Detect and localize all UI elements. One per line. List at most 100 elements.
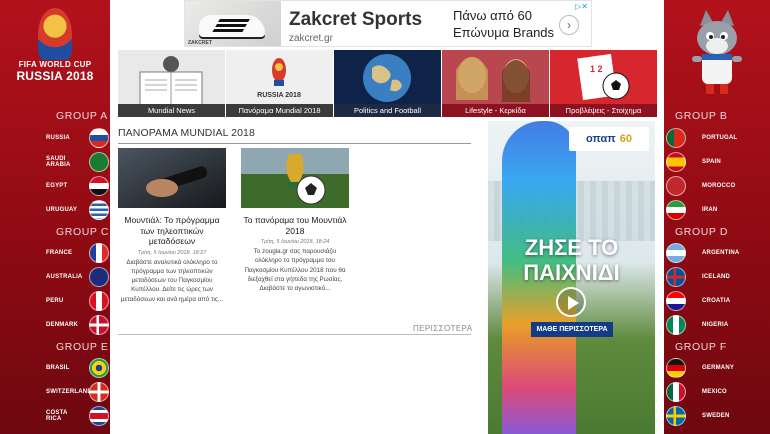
germany-flag-icon bbox=[666, 358, 686, 378]
top-banner-ad[interactable]: ZAKCRET Zakcret Sports zakcret.gr Πάνω α… bbox=[184, 0, 592, 47]
tile-lifestyle[interactable]: Lifestyle - Κερκίδα bbox=[442, 50, 549, 117]
category-tiles: Mundial News RUSSIA 2018 Πανόραμα Mundia… bbox=[118, 50, 657, 117]
spain-flag-icon bbox=[666, 152, 686, 172]
group-f-title: GROUP F bbox=[675, 341, 727, 353]
left-skin-banner[interactable]: FIFA WORLD CUP RUSSIA 2018 GROUP A RUSSI… bbox=[0, 0, 110, 434]
trophy-ball-image bbox=[241, 148, 349, 208]
nigeria-flag-icon bbox=[666, 315, 686, 335]
section-title: ΠΑΝΟΡΑΜΑ MUNDIAL 2018 bbox=[118, 127, 255, 139]
morocco-flag-icon bbox=[666, 176, 686, 196]
russia-2018-logo-image: RUSSIA 2018 bbox=[226, 50, 333, 105]
group-e-title: GROUP E bbox=[56, 341, 109, 353]
tile-mundial-news[interactable]: Mundial News bbox=[118, 50, 225, 117]
main-content: ZAKCRET Zakcret Sports zakcret.gr Πάνω α… bbox=[110, 0, 664, 434]
team-germany: GERMANY bbox=[664, 357, 770, 379]
globe-image bbox=[334, 50, 441, 105]
sneaker-ad-image: ZAKCRET bbox=[185, 1, 281, 46]
tile-label: Πανόραμα Mundial 2018 bbox=[226, 104, 333, 117]
article-date: Τρίτη, 5 Ιουνίου 2018, 18:27 bbox=[137, 249, 207, 256]
team-brasil: BRASIL bbox=[0, 357, 110, 379]
logo-line1: FIFA WORLD CUP bbox=[18, 60, 92, 69]
team-costa-rica: COSTA RICA bbox=[0, 405, 110, 427]
svg-text:RUSSIA 2018: RUSSIA 2018 bbox=[257, 92, 301, 99]
ad-tagline: Πάνω από 60 Επώνυμα Brands bbox=[453, 8, 555, 40]
team-uruguay: URUGUAY bbox=[0, 199, 110, 221]
tile-label: Προβλέψεις - Στοίχημα bbox=[550, 104, 657, 117]
argentina-flag-icon bbox=[666, 243, 686, 263]
group-a-title: GROUP A bbox=[56, 110, 108, 122]
article-title[interactable]: Μουντιάλ: Το πρόγραμμα των τηλεοπτικών μ… bbox=[118, 215, 226, 247]
article-card[interactable]: Το πανόραμα του Μουντιάλ 2018 Τρίτη, 5 Ι… bbox=[241, 148, 349, 293]
costa-rica-flag-icon bbox=[89, 406, 109, 426]
betting-slip-ball-image: 1 2 bbox=[550, 50, 657, 105]
tile-label: Mundial News bbox=[118, 104, 225, 117]
russia-flag-icon bbox=[89, 128, 109, 148]
group-d-title: GROUP D bbox=[675, 226, 729, 238]
tile-panorama-mundial[interactable]: RUSSIA 2018 Πανόραμα Mundial 2018 bbox=[226, 50, 333, 117]
switzerland-flag-icon bbox=[89, 382, 109, 402]
team-mexico: MEXICO bbox=[664, 381, 770, 403]
article-excerpt: Το zougla.gr σας παρουσιάζει ολόκληρο το… bbox=[244, 248, 346, 293]
ad-choices-icon[interactable]: ▷✕ bbox=[575, 2, 588, 11]
tile-label: Politics and Football bbox=[334, 104, 441, 117]
wolf-mascot-icon bbox=[692, 10, 742, 94]
ad-headline: ΖΗΣΕ ΤΟ ΠΑΙΧΝΙΔΙ bbox=[523, 235, 620, 285]
brand-name: οπαπ bbox=[586, 133, 616, 145]
france-flag-icon bbox=[89, 243, 109, 263]
tv-remote-image bbox=[118, 148, 226, 208]
play-icon[interactable] bbox=[556, 287, 586, 317]
team-iran: IRAN bbox=[664, 199, 770, 221]
more-link[interactable]: ΠΕΡΙΣΣΟΤΕΡΑ bbox=[413, 324, 473, 333]
team-australia: AUSTRALIA bbox=[0, 266, 110, 288]
logo-line2: RUSSIA 2018 bbox=[16, 69, 94, 83]
group-c-title: GROUP C bbox=[56, 226, 110, 238]
svg-text:1 2: 1 2 bbox=[590, 64, 603, 74]
team-portugal: PORTUGAL bbox=[664, 127, 770, 149]
team-peru: PERU bbox=[0, 290, 110, 312]
team-morocco: MOROCCO bbox=[664, 175, 770, 197]
uruguay-flag-icon bbox=[89, 200, 109, 220]
opap-logo: οπαπ 60 bbox=[569, 127, 649, 151]
team-switzerland: SWITZERLAND bbox=[0, 381, 110, 403]
article-card[interactable]: Μουντιάλ: Το πρόγραμμα των τηλεοπτικών μ… bbox=[118, 148, 226, 304]
tile-label: Lifestyle - Κερκίδα bbox=[442, 104, 549, 117]
tile-politics-football[interactable]: Politics and Football bbox=[334, 50, 441, 117]
team-croatia: CROATIA bbox=[664, 290, 770, 312]
iran-flag-icon bbox=[666, 200, 686, 220]
fans-photo-image bbox=[442, 50, 549, 105]
team-saudi-arabia: SAUDI ARABIA bbox=[0, 151, 110, 173]
page: FIFA WORLD CUP RUSSIA 2018 GROUP A RUSSI… bbox=[0, 0, 770, 434]
tile-predictions[interactable]: 1 2 Προβλέψεις - Στοίχημα bbox=[550, 50, 657, 117]
mexico-flag-icon bbox=[666, 382, 686, 402]
ad-arrow-button[interactable]: › bbox=[559, 15, 579, 35]
article-title[interactable]: Το πανόραμα του Μουντιάλ 2018 bbox=[241, 215, 349, 236]
peru-flag-icon bbox=[89, 291, 109, 311]
denmark-flag-icon bbox=[89, 315, 109, 335]
croatia-flag-icon bbox=[666, 291, 686, 311]
sweden-flag-icon bbox=[666, 406, 686, 426]
opap-side-ad[interactable]: οπαπ 60 ΖΗΣΕ ΤΟ ΠΑΙΧΝΙΔΙ ΜΑΘΕ ΠΕΡΙΣΣΟΤΕΡ… bbox=[488, 121, 655, 434]
group-b-title: GROUP B bbox=[675, 110, 728, 122]
iceland-flag-icon bbox=[666, 267, 686, 287]
more-divider bbox=[118, 334, 471, 335]
brasil-flag-icon bbox=[89, 358, 109, 378]
team-spain: SPAIN bbox=[664, 151, 770, 173]
portugal-flag-icon bbox=[666, 128, 686, 148]
right-skin-banner[interactable]: GROUP B PORTUGAL SPAIN MOROCCO IRAN GROU… bbox=[664, 0, 770, 434]
world-cup-logo: FIFA WORLD CUP RUSSIA 2018 bbox=[0, 6, 110, 83]
team-russia: RUSSIA bbox=[0, 127, 110, 149]
ad-title[interactable]: Zakcret Sports bbox=[289, 9, 422, 31]
newspaper-reader-image bbox=[118, 50, 225, 105]
ad-url: zakcret.gr bbox=[289, 33, 333, 44]
team-sweden: SWEDEN bbox=[664, 405, 770, 427]
anniversary-badge: 60 bbox=[619, 133, 632, 145]
learn-more-button[interactable]: ΜΑΘΕ ΠΕΡΙΣΣΟΤΕΡΑ bbox=[531, 322, 613, 337]
section-divider bbox=[118, 143, 471, 144]
team-france: FRANCE bbox=[0, 242, 110, 264]
article-excerpt: Διαβάστε αναλυτικά ολόκληρο το πρόγραμμα… bbox=[120, 258, 224, 303]
team-nigeria: NIGERIA bbox=[664, 314, 770, 336]
egypt-flag-icon bbox=[89, 176, 109, 196]
saudi-arabia-flag-icon bbox=[89, 152, 109, 172]
team-iceland: ICELAND bbox=[664, 266, 770, 288]
ad-image-brand: ZAKCRET bbox=[188, 40, 212, 46]
